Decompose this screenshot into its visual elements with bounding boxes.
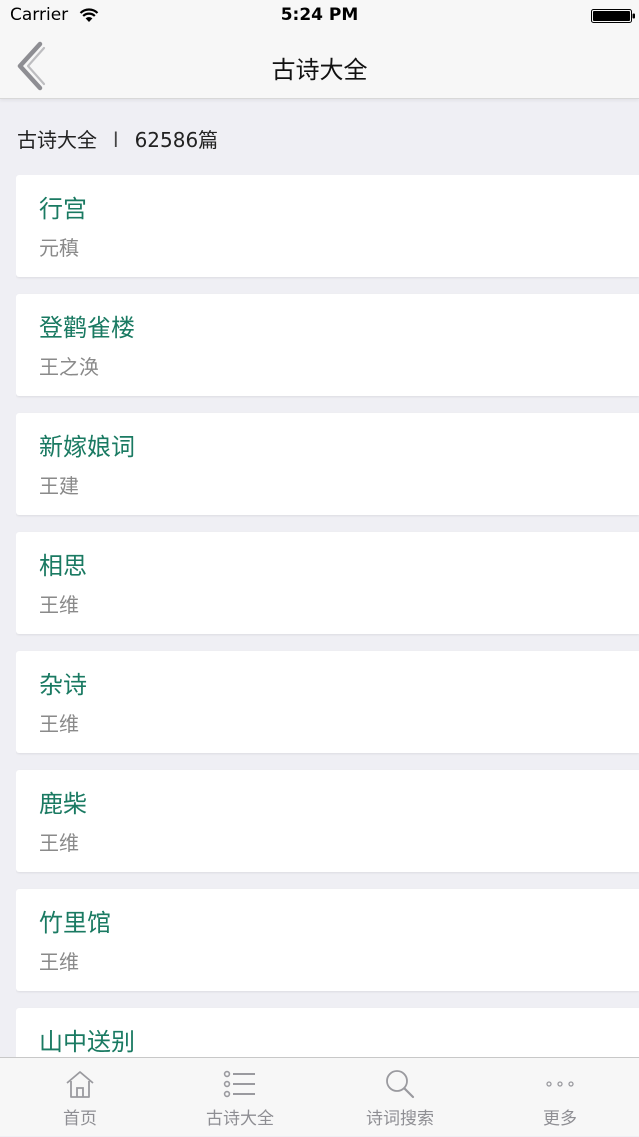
poem-title: 竹里馆 — [39, 909, 111, 937]
poem-list: 行宫 元稹 登鹳雀楼 王之涣 新嫁娘词 王建 相思 王维 杂诗 王维 鹿柴 王维… — [16, 175, 639, 1057]
poem-title: 新嫁娘词 — [39, 433, 135, 461]
poem-author: 王维 — [39, 831, 79, 855]
list-item[interactable]: 杂诗 王维 — [16, 651, 639, 753]
more-icon — [546, 1081, 574, 1087]
status-bar: Carrier 5:24 PM — [0, 0, 639, 34]
page-title: 古诗大全 — [271, 56, 368, 84]
list-item[interactable]: 登鹳雀楼 王之涣 — [16, 294, 639, 396]
tab-poem-collection[interactable]: 古诗大全 — [160, 1058, 320, 1137]
tab-poem-search[interactable]: 诗词搜索 — [320, 1058, 480, 1137]
poem-title: 相思 — [39, 552, 87, 580]
summary-count: 62586篇 — [134, 128, 219, 152]
list-icon — [223, 1070, 255, 1098]
tab-bar: 首页 古诗大全 诗词搜索 更多 — [0, 1057, 639, 1136]
list-item[interactable]: 鹿柴 王维 — [16, 770, 639, 872]
tab-label: 古诗大全 — [206, 1109, 274, 1129]
summary-category: 古诗大全 — [17, 128, 97, 152]
poem-title: 行宫 — [39, 195, 87, 223]
poem-author: 元稹 — [39, 236, 79, 260]
navigation-bar: 古诗大全 — [0, 34, 639, 99]
poem-title: 杂诗 — [39, 671, 87, 699]
poem-author: 王建 — [39, 474, 79, 498]
tab-more[interactable]: 更多 — [480, 1058, 639, 1137]
list-item[interactable]: 相思 王维 — [16, 532, 639, 634]
list-item[interactable]: 山中送别 — [16, 1008, 639, 1057]
tab-label: 更多 — [543, 1109, 577, 1129]
search-icon — [386, 1070, 415, 1099]
poem-title: 山中送别 — [39, 1028, 135, 1056]
poem-title: 登鹳雀楼 — [39, 314, 135, 342]
battery-icon — [591, 9, 635, 23]
summary-line: 古诗大全 l 62586篇 — [17, 124, 218, 153]
poem-title: 鹿柴 — [39, 790, 87, 818]
poem-author: 王维 — [39, 593, 79, 617]
home-icon — [66, 1071, 94, 1098]
list-item[interactable]: 行宫 元稹 — [16, 175, 639, 277]
tab-label: 首页 — [63, 1109, 97, 1129]
tab-home[interactable]: 首页 — [0, 1058, 160, 1137]
poem-author: 王之涣 — [39, 355, 99, 379]
list-item[interactable]: 新嫁娘词 王建 — [16, 413, 639, 515]
summary-separator: l — [113, 128, 119, 152]
status-time: 5:24 PM — [280, 5, 359, 25]
tab-label: 诗词搜索 — [366, 1109, 434, 1129]
poem-author: 王维 — [39, 712, 79, 736]
poem-author: 王维 — [39, 950, 79, 974]
list-item[interactable]: 竹里馆 王维 — [16, 889, 639, 991]
